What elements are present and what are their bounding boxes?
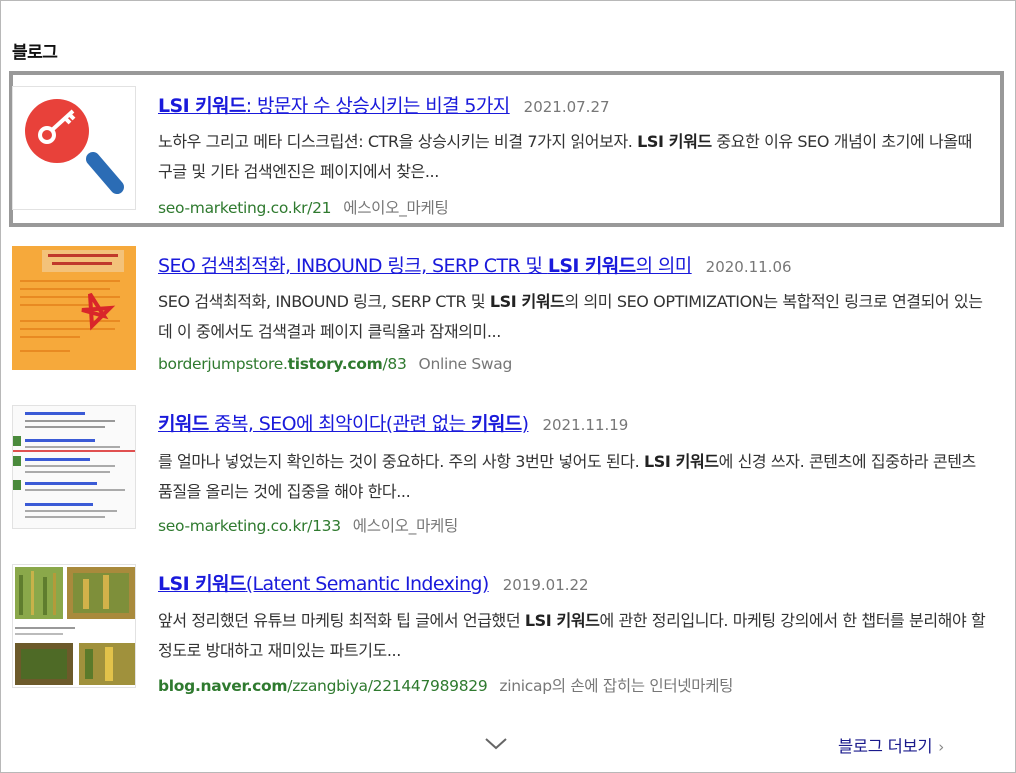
result-2-date: 2020.11.06 bbox=[705, 258, 792, 276]
url-domain: blog.naver.com bbox=[158, 677, 288, 695]
result-3-title-link[interactable]: 키워드 중복, SEO에 최악이다(관련 없는 키워드) bbox=[158, 413, 529, 435]
url-domain: tistory.com bbox=[287, 355, 383, 373]
result-1-author[interactable]: 에스이오_마케팅 bbox=[343, 199, 448, 217]
title-text: 중복, SEO에 최악이다(관련 없는 bbox=[208, 413, 471, 435]
expand-chevron-down-icon[interactable] bbox=[484, 732, 508, 756]
result-1-url[interactable]: seo-marketing.co.kr/21 bbox=[158, 199, 332, 217]
title-text: 의 의미 bbox=[635, 255, 693, 277]
result-2-url[interactable]: borderjumpstore.tistory.com/83 bbox=[158, 355, 407, 373]
plants-photo-thumbnail bbox=[13, 565, 135, 687]
result-2-description: SEO 검색최적화, INBOUND 링크, SERP CTR 및 LSI 키워… bbox=[158, 287, 988, 347]
result-3-author[interactable]: 에스이오_마케팅 bbox=[353, 517, 458, 535]
title-keyword: 키워드 bbox=[471, 413, 522, 435]
title-text: (Latent Semantic Indexing) bbox=[245, 573, 490, 595]
desc-text: SEO 검색최적화, INBOUND 링크, SERP CTR 및 bbox=[158, 292, 490, 311]
result-4-author[interactable]: zinicap의 손에 잡히는 인터넷마케팅 bbox=[499, 677, 733, 695]
result-1-title-row: LSI 키워드: 방문자 수 상승시키는 비결 5가지 2021.07.27 bbox=[158, 91, 610, 118]
url-text: /zzangbiya/221447989829 bbox=[287, 677, 488, 695]
orange-document-thumbnail bbox=[12, 246, 136, 370]
result-1-meta: seo-marketing.co.kr/21 에스이오_마케팅 bbox=[158, 196, 449, 218]
title-keyword: LSI 키워드 bbox=[547, 255, 636, 277]
desc-keyword: LSI 키워드 bbox=[524, 611, 600, 630]
result-3-date: 2021.11.19 bbox=[542, 416, 629, 434]
chevron-right-icon: › bbox=[938, 738, 944, 756]
result-1-description: 노하우 그리고 메타 디스크립션: CTR을 상승시키는 비결 7가지 읽어보자… bbox=[158, 127, 988, 187]
result-4-date: 2019.01.22 bbox=[502, 576, 589, 594]
magnifier-key-icon bbox=[13, 87, 135, 209]
result-2-title-row: SEO 검색최적화, INBOUND 링크, SERP CTR 및 LSI 키워… bbox=[158, 251, 792, 278]
result-1-date: 2021.07.27 bbox=[523, 98, 610, 116]
blog-more-link[interactable]: 블로그 더보기 › bbox=[838, 733, 944, 757]
section-title: 블로그 bbox=[12, 43, 58, 63]
url-text: borderjumpstore. bbox=[158, 355, 288, 373]
title-keyword: 키워드 bbox=[158, 413, 209, 435]
title-keyword: LSI 키워드 bbox=[158, 95, 246, 117]
result-4-description: 앞서 정리했던 유튜브 마케팅 최적화 팁 글에서 언급했던 LSI 키워드에 … bbox=[158, 606, 988, 666]
more-label: 블로그 더보기 bbox=[838, 737, 933, 756]
result-3-meta: seo-marketing.co.kr/133 에스이오_마케팅 bbox=[158, 514, 458, 536]
result-2-author[interactable]: Online Swag bbox=[419, 355, 513, 373]
title-keyword: LSI 키워드 bbox=[158, 573, 246, 595]
desc-keyword: LSI 키워드 bbox=[643, 452, 719, 471]
result-2-title-link[interactable]: SEO 검색최적화, INBOUND 링크, SERP CTR 및 LSI 키워… bbox=[158, 255, 692, 277]
result-3-url[interactable]: seo-marketing.co.kr/133 bbox=[158, 517, 341, 535]
result-4-meta: blog.naver.com/zzangbiya/221447989829 zin… bbox=[158, 674, 733, 696]
result-1-thumbnail[interactable] bbox=[12, 86, 136, 210]
url-text: /83 bbox=[382, 355, 407, 373]
result-4-title-row: LSI 키워드(Latent Semantic Indexing) 2019.01… bbox=[158, 569, 589, 596]
desc-text: 를 얼마나 넣었는지 확인하는 것이 중요하다. 주의 사항 3번만 넣어도 된… bbox=[158, 452, 644, 471]
webpage-screenshot-thumbnail bbox=[13, 406, 135, 528]
result-1-title-link[interactable]: LSI 키워드: 방문자 수 상승시키는 비결 5가지 bbox=[158, 95, 510, 117]
result-4-title-link[interactable]: LSI 키워드(Latent Semantic Indexing) bbox=[158, 573, 489, 595]
title-text: SEO 검색최적화, INBOUND 링크, SERP CTR 및 bbox=[158, 255, 548, 277]
title-text: : 방문자 수 상승시키는 비결 5가지 bbox=[245, 95, 511, 117]
desc-keyword: LSI 키워드 bbox=[637, 132, 712, 151]
result-2-thumbnail[interactable] bbox=[12, 246, 136, 370]
desc-text: 노하우 그리고 메타 디스크립션: CTR을 상승시키는 비결 7가지 읽어보자… bbox=[158, 132, 638, 151]
result-3-description: 를 얼마나 넣었는지 확인하는 것이 중요하다. 주의 사항 3번만 넣어도 된… bbox=[158, 447, 988, 507]
desc-keyword: LSI 키워드 bbox=[489, 292, 565, 311]
result-2-meta: borderjumpstore.tistory.com/83 Online Swa… bbox=[158, 355, 512, 373]
result-3-title-row: 키워드 중복, SEO에 최악이다(관련 없는 키워드) 2021.11.19 bbox=[158, 409, 628, 436]
result-4-url[interactable]: blog.naver.com/zzangbiya/221447989829 bbox=[158, 677, 488, 695]
desc-text: 앞서 정리했던 유튜브 마케팅 최적화 팁 글에서 언급했던 bbox=[158, 611, 525, 630]
result-4-thumbnail[interactable] bbox=[12, 564, 136, 688]
result-3-thumbnail[interactable] bbox=[12, 405, 136, 529]
title-text: ) bbox=[521, 413, 529, 435]
